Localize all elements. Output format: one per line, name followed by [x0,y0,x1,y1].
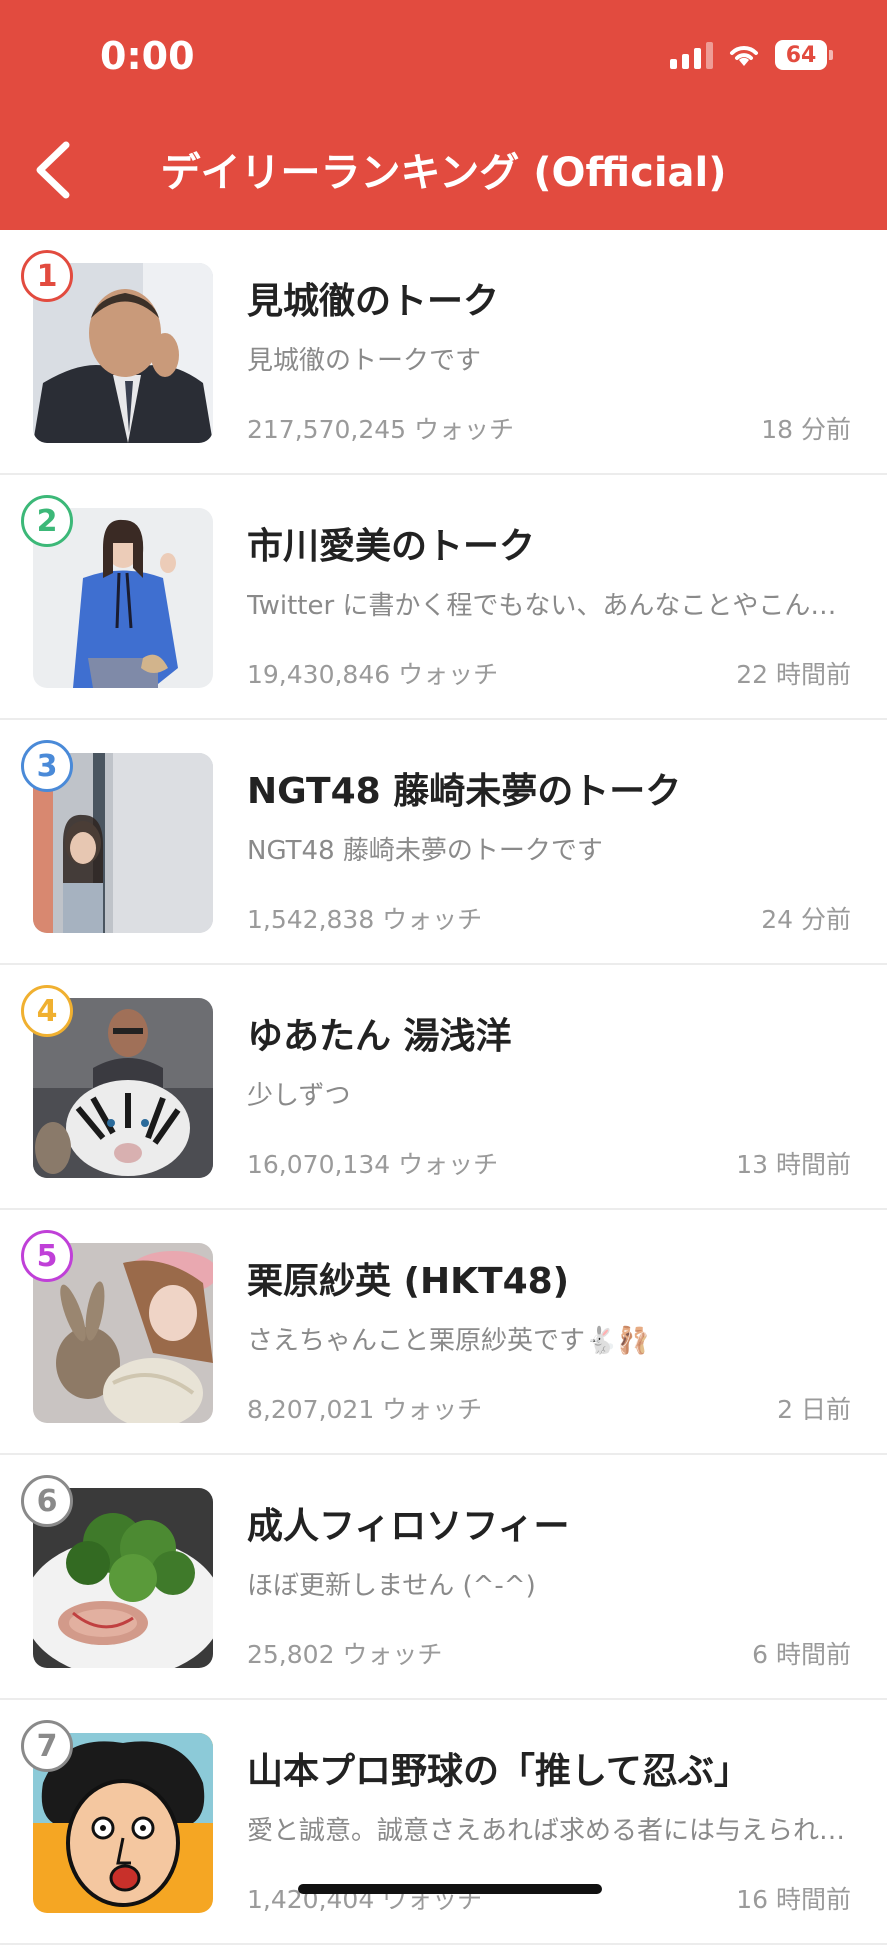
item-title: 成人フィロソフィー [247,1506,570,1547]
rank-badge: 1 [21,250,73,302]
watch-count: 8,207,021 ウォッチ [247,1395,483,1424]
rank-number: 7 [36,1728,58,1764]
rank-number: 4 [36,993,58,1029]
list-item[interactable]: 6 成人フィロソフィー ほぼ更新しません (^-^) 25,802 ウォッチ 6… [0,1455,887,1700]
updated-time: 13 時間前 [736,1150,851,1179]
rank-number: 3 [36,748,58,784]
list-item[interactable]: 5 栗原紗英 (HKT48) さえちゃんこと栗原紗英です🐇🩰 8,207,021… [0,1210,887,1455]
list-item[interactable]: 2 市川愛美のトーク Twitter に書かく程でもない、あんなことやこん… 1… [0,475,887,720]
rank-number: 5 [36,1238,58,1274]
cellular-signal-icon [670,41,713,69]
rank-badge: 4 [21,985,73,1037]
watch-count: 217,570,245 ウォッチ [247,415,514,444]
watch-count: 16,070,134 ウォッチ [247,1150,499,1179]
updated-time: 6 時間前 [752,1640,851,1669]
rank-badge: 3 [21,740,73,792]
app-header: 0:00 64 デイリーランキング (Official) [0,0,887,230]
list-item[interactable]: 3 NGT48 藤崎未夢のトーク NGT48 藤崎未夢のトークです 1,542,… [0,720,887,965]
item-description: さえちゃんこと栗原紗英です🐇🩰 [247,1326,650,1356]
watch-count: 19,430,846 ウォッチ [247,660,499,689]
rank-badge: 2 [21,495,73,547]
home-indicator[interactable] [298,1884,602,1894]
rank-number: 6 [36,1483,58,1519]
watch-count: 1,542,838 ウォッチ [247,905,483,934]
updated-time: 22 時間前 [736,660,851,689]
list-item[interactable]: 7 山本プロ野球の「推して忍ぶ」 愛と誠意。誠意さえあれば求める者には与えられ…… [0,1700,887,1945]
item-title: 見城徹のトーク [247,281,500,322]
item-description: ほぼ更新しません (^-^) [247,1571,536,1601]
updated-time: 18 分前 [761,415,851,444]
rank-badge: 6 [21,1475,73,1527]
list-item[interactable]: 4 ゆあたん 湯浅洋 少しずつ 16,070,134 ウォッチ 13 時間前 [0,965,887,1210]
item-title: 市川愛美のトーク [247,526,536,567]
page-title: デイリーランキング (Official) [160,150,727,196]
item-description: NGT48 藤崎未夢のトークです [247,836,603,866]
battery-icon: 64 [775,40,833,70]
updated-time: 2 日前 [777,1395,851,1424]
item-description: 少しずつ [247,1081,351,1111]
updated-time: 24 分前 [761,905,851,934]
updated-time: 16 時間前 [736,1885,851,1914]
ranking-list: 1 見城徹のトーク 見城徹のトークです 217,570,245 ウォッチ 18 … [0,230,887,1945]
item-description: 愛と誠意。誠意さえあれば求める者には与えられ… [247,1816,846,1846]
rank-badge: 7 [21,1720,73,1772]
item-description: 見城徹のトークです [247,346,482,376]
watch-count: 25,802 ウォッチ [247,1640,443,1669]
item-title: 栗原紗英 (HKT48) [247,1261,570,1302]
rank-number: 1 [36,258,58,294]
rank-number: 2 [36,503,58,539]
item-title: ゆあたん 湯浅洋 [247,1016,512,1057]
list-item[interactable]: 1 見城徹のトーク 見城徹のトークです 217,570,245 ウォッチ 18 … [0,230,887,475]
item-title: 山本プロ野球の「推して忍ぶ」 [247,1751,750,1792]
wifi-icon [730,46,758,66]
item-description: Twitter に書かく程でもない、あんなことやこん… [247,591,837,621]
battery-level: 64 [785,42,817,68]
rank-badge: 5 [21,1230,73,1282]
item-title: NGT48 藤崎未夢のトーク [247,771,682,812]
status-icons: 64 [670,40,833,70]
status-time: 0:00 [100,34,195,78]
